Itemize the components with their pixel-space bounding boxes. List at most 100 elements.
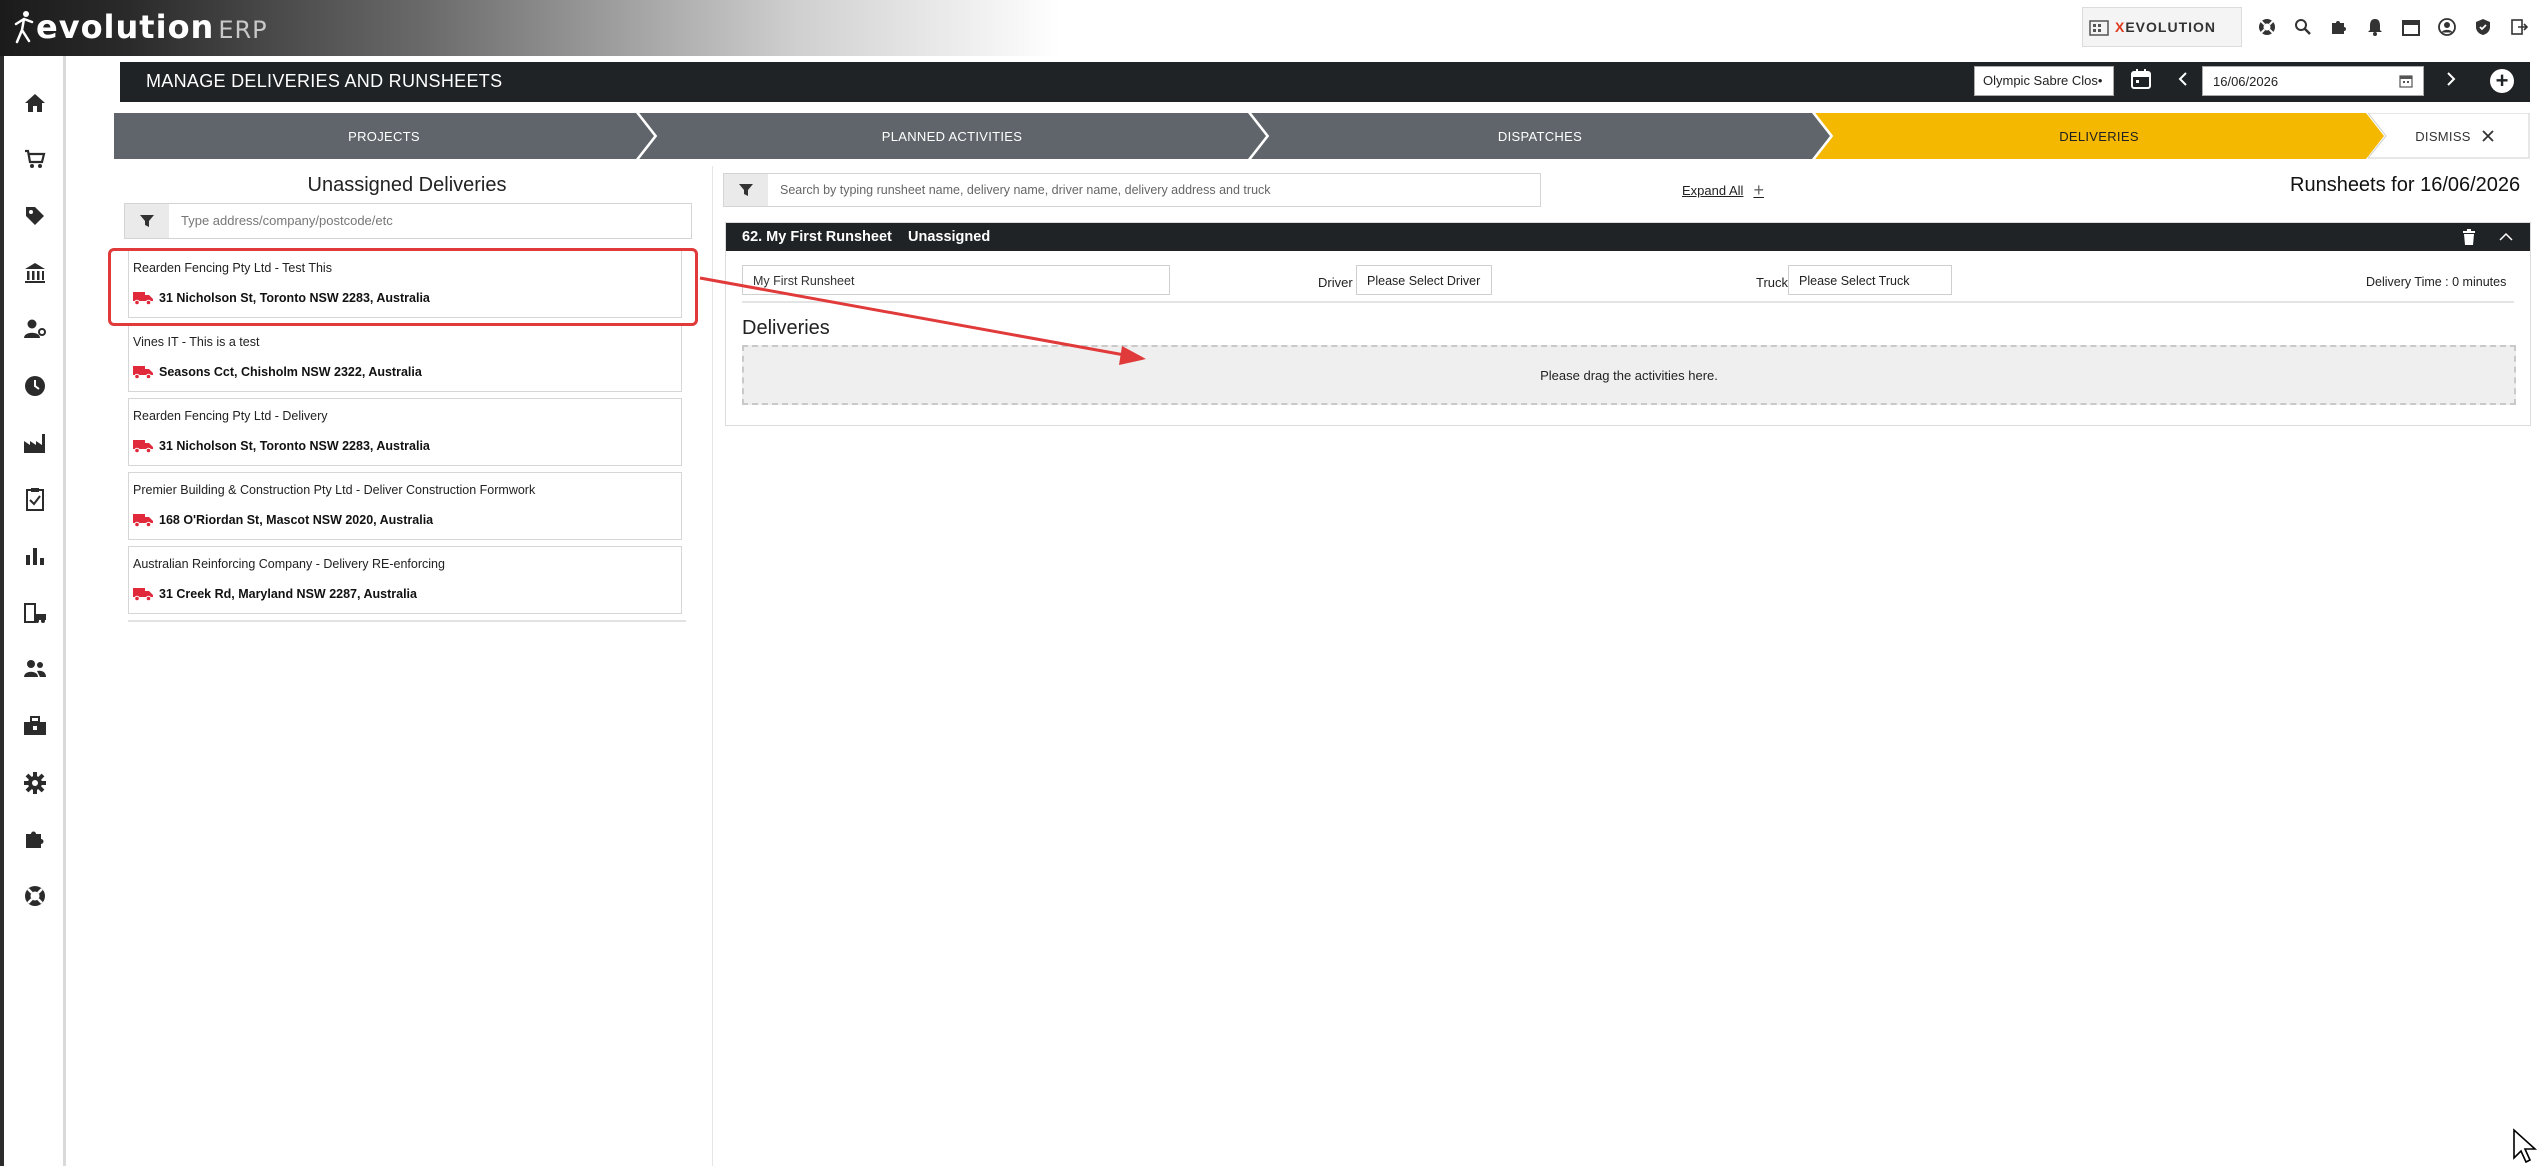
truck-select[interactable]: Please Select Truck	[1788, 265, 1952, 295]
user-settings-icon	[24, 319, 46, 338]
deliveries-heading: Deliveries	[742, 317, 830, 339]
calendar-button[interactable]	[2130, 68, 2156, 94]
runsheet-search-input[interactable]: Search by typing runsheet name, delivery…	[780, 183, 1271, 197]
step-label: PLANNED ACTIVITIES	[881, 128, 1023, 144]
delivery-address: 31 Nicholson St, Toronto NSW 2283, Austr…	[133, 439, 430, 453]
step-deliveries[interactable]: DELIVERIES	[1814, 113, 2384, 159]
factory-icon	[24, 434, 45, 453]
bell-icon[interactable]	[2364, 16, 2386, 38]
runsheet-separator	[742, 301, 2514, 303]
expand-all-label: Expand All	[1682, 183, 1744, 198]
filter-button[interactable]	[724, 174, 768, 206]
sidebar-assets[interactable]	[20, 598, 50, 628]
step-planned-activities[interactable]: PLANNED ACTIVITIES	[638, 113, 1266, 159]
user-circle-icon[interactable]	[2436, 16, 2458, 38]
location-select[interactable]: Olympic Sabre Clos•	[1974, 66, 2114, 96]
sidebar-settings[interactable]	[20, 768, 50, 798]
sidebar-tasks[interactable]	[20, 484, 50, 514]
search-icon[interactable]	[2292, 16, 2314, 38]
dropzone-text: Please drag the activities here.	[1540, 367, 1718, 383]
sidebar-plugins[interactable]	[20, 824, 50, 854]
delivery-address: Seasons Cct, Chisholm NSW 2322, Australi…	[133, 365, 422, 379]
driver-label: Driver	[1318, 275, 1353, 290]
sidebar-shop[interactable]	[20, 144, 50, 174]
people-icon	[24, 660, 46, 677]
truck-label: Truck	[1756, 275, 1789, 290]
brand-name: XEVOLUTION	[2115, 19, 2217, 35]
delivery-card[interactable]: Australian Reinforcing Company - Deliver…	[128, 546, 682, 614]
sidebar-pricing[interactable]	[20, 201, 50, 231]
sidebar-support[interactable]	[20, 881, 50, 911]
trash-icon[interactable]	[2462, 229, 2476, 245]
truck-icon	[133, 366, 153, 379]
sidebar-production[interactable]	[20, 428, 50, 458]
chevron-right-icon	[2447, 72, 2456, 86]
runsheet-card: 62. My First Runsheet Unassigned My Firs…	[725, 222, 2531, 426]
filter-icon	[739, 184, 753, 196]
delivery-card[interactable]: Premier Building & Construction Pty Ltd …	[128, 472, 682, 540]
sidebar	[0, 56, 66, 1166]
add-runsheet-button[interactable]: +	[2490, 69, 2514, 93]
filter-button[interactable]	[125, 204, 169, 238]
plus-icon: +	[1753, 180, 1764, 200]
sidebar-time[interactable]	[20, 371, 50, 401]
delivery-card[interactable]: Rearden Fencing Pty Ltd - Delivery 31 Ni…	[128, 398, 682, 466]
gear-icon	[24, 772, 46, 794]
panel-title: Unassigned Deliveries	[307, 174, 507, 196]
step-label: DELIVERIES	[2059, 128, 2139, 144]
app-logo[interactable]: evolution ERP	[14, 8, 268, 46]
runsheet-header[interactable]: 62. My First Runsheet Unassigned	[726, 223, 2530, 251]
cart-icon	[25, 149, 46, 168]
truck-icon	[133, 514, 153, 527]
company-brand[interactable]: XEVOLUTION	[2082, 7, 2242, 47]
calendar-icon[interactable]	[2400, 16, 2422, 38]
step-label: DISMISS	[2415, 128, 2471, 144]
next-date-button[interactable]	[2438, 68, 2464, 94]
driver-select[interactable]: Please Select Driver	[1356, 265, 1492, 295]
step-label: PROJECTS	[348, 128, 420, 144]
runsheet-name-input[interactable]: My First Runsheet	[742, 265, 1170, 295]
sidebar-hr[interactable]	[20, 314, 50, 344]
shield-check-icon[interactable]	[2472, 16, 2494, 38]
runsheet-status: Unassigned	[908, 229, 991, 245]
sidebar-reports[interactable]	[20, 541, 50, 571]
mouse-cursor-icon	[2513, 1128, 2538, 1164]
drag-highlight-box	[108, 248, 698, 326]
runsheet-search: Search by typing runsheet name, delivery…	[723, 173, 1541, 207]
page-header: MANAGE DELIVERIES AND RUNSHEETS Olympic …	[120, 62, 2530, 102]
logo-text: evolution	[36, 8, 215, 46]
tag-icon	[26, 207, 44, 225]
logout-icon[interactable]	[2508, 16, 2530, 38]
filter-icon	[140, 215, 154, 227]
lifebuoy-icon[interactable]	[2256, 16, 2278, 38]
step-dispatches[interactable]: DISPATCHES	[1250, 113, 1830, 159]
close-icon	[2482, 130, 2494, 142]
date-input[interactable]: 16/06/2026	[2202, 66, 2424, 96]
delivery-name: Premier Building & Construction Pty Ltd …	[133, 483, 536, 497]
delivery-address: 31 Creek Rd, Maryland NSW 2287, Australi…	[133, 587, 417, 601]
date-picker-icon[interactable]	[2399, 74, 2413, 88]
delivery-card[interactable]: Vines IT - This is a test Seasons Cct, C…	[128, 324, 682, 392]
workflow-stepper: PROJECTS PLANNED ACTIVITIES DISPATCHES D…	[114, 113, 2530, 159]
unassigned-search-input[interactable]: Type address/company/postcode/etc	[181, 213, 393, 228]
logo-figure-icon	[14, 11, 34, 44]
sidebar-finance[interactable]	[20, 258, 50, 288]
sidebar-people[interactable]	[20, 654, 50, 684]
plus-icon: +	[2495, 68, 2509, 93]
chevron-up-icon[interactable]	[2496, 227, 2516, 247]
sidebar-home[interactable]	[20, 88, 50, 118]
truck-icon	[133, 440, 153, 453]
sidebar-edge	[63, 56, 66, 1166]
logo-suffix: ERP	[218, 16, 268, 44]
chevron-left-icon	[2178, 72, 2187, 86]
puzzle-icon	[26, 831, 44, 848]
bar-chart-icon	[26, 548, 44, 565]
step-projects[interactable]: PROJECTS	[114, 113, 654, 159]
step-dismiss[interactable]: DISMISS	[2368, 113, 2530, 159]
step-label: DISPATCHES	[1497, 128, 1583, 144]
puzzle-icon[interactable]	[2328, 16, 2350, 38]
prev-date-button[interactable]	[2170, 68, 2196, 94]
delivery-dropzone[interactable]: Please drag the activities here.	[742, 345, 2516, 405]
sidebar-tools[interactable]	[20, 711, 50, 741]
expand-all-link[interactable]: Expand All +	[1682, 180, 1764, 201]
